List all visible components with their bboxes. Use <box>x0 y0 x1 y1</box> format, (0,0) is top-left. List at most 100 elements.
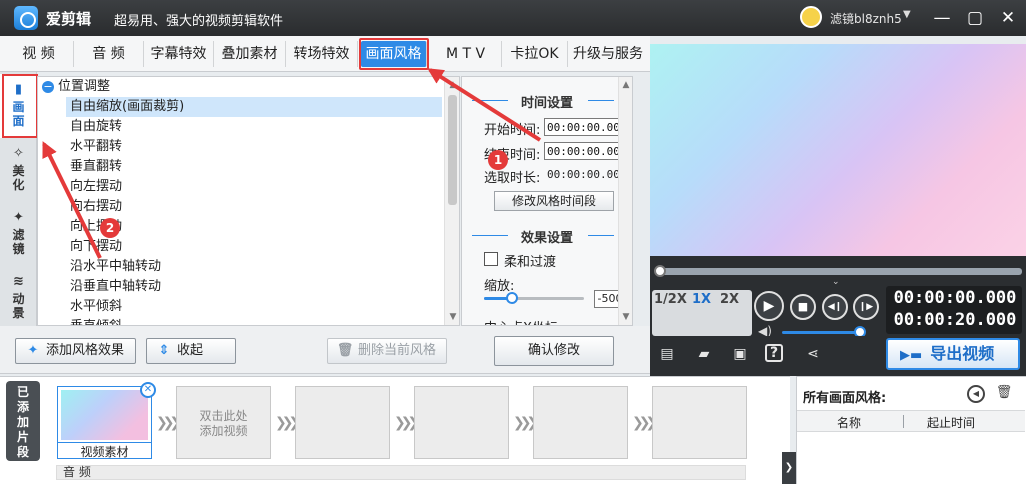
nav-item-label: 滤镜 <box>12 228 25 256</box>
end-time-input[interactable] <box>544 142 624 160</box>
remove-clip-icon[interactable]: ✕ <box>140 382 156 398</box>
scroll-down-icon[interactable]: ▼ <box>620 311 632 323</box>
expand-chevron-icon[interactable]: ⌄ <box>832 277 840 287</box>
applied-styles-title: 所有画面风格: <box>803 391 887 406</box>
playback-progress-bar[interactable] <box>653 265 1022 277</box>
new-project-icon[interactable]: ▤ <box>656 344 678 364</box>
total-time: 00:00:20.000 <box>893 310 1017 330</box>
tab-video[interactable]: 视 频 <box>4 41 74 67</box>
modify-time-range-button[interactable]: 修改风格时间段 <box>494 191 614 211</box>
collapse-minus-icon[interactable]: − <box>42 81 54 93</box>
effect-item[interactable]: 沿垂直中轴转动 <box>66 277 442 297</box>
add-video-hint: 双击此处 添加视频 <box>199 409 248 438</box>
speed-half-button[interactable]: 1/2X <box>654 292 687 307</box>
effect-item[interactable]: 水平翻转 <box>66 137 442 157</box>
start-time-label: 开始时间: <box>484 123 541 138</box>
nav-item-filter[interactable]: ✦ 滤镜 <box>0 202 37 266</box>
clip-empty-slot[interactable] <box>652 386 747 459</box>
effect-item[interactable]: 向上摆动 <box>66 217 442 237</box>
effect-item[interactable]: 向右摆动 <box>66 197 442 217</box>
scroll-up-icon[interactable]: ▲ <box>447 79 459 91</box>
soft-transition-checkbox[interactable] <box>484 252 498 266</box>
clip-empty-slot[interactable] <box>414 386 509 459</box>
effect-item[interactable]: 向下摆动 <box>66 237 442 257</box>
column-name: 名称 <box>837 416 862 430</box>
duration-label: 选取时长: <box>484 171 541 186</box>
user-name[interactable]: 滤镜bl8znh5 <box>830 10 902 27</box>
user-avatar-icon[interactable] <box>800 6 822 28</box>
current-time: 00:00:00.000 <box>893 288 1017 308</box>
video-preview[interactable] <box>650 44 1026 256</box>
clip-video-material[interactable]: 视频素材 <box>57 386 152 459</box>
nav-item-beautify[interactable]: ✧ 美化 <box>0 138 37 202</box>
group-position-adjust[interactable]: − 位置调整 <box>38 77 444 97</box>
tab-mtv[interactable]: M T V <box>430 41 502 67</box>
export-video-label: 导出视频 <box>930 344 995 363</box>
stop-button[interactable]: ■ <box>790 294 816 320</box>
help-icon[interactable]: ? <box>765 344 783 362</box>
tab-transition-effects[interactable]: 转场特效 <box>286 41 358 67</box>
delete-current-style-button[interactable]: 🗑 删除当前风格 <box>327 338 447 364</box>
scroll-up-icon[interactable]: ▲ <box>620 79 632 91</box>
timecode-display: 00:00:00.000 00:00:20.000 <box>886 286 1022 334</box>
confirm-modify-button[interactable]: 确认修改 <box>494 336 614 366</box>
effect-item[interactable]: 水平倾斜 <box>66 297 442 317</box>
zoom-slider-knob[interactable] <box>506 292 518 304</box>
user-menu-chevron-icon[interactable]: ▼ <box>903 9 911 20</box>
collapse-panel-chevron-icon[interactable]: ❯ <box>782 452 796 484</box>
clip-empty-slot[interactable] <box>533 386 628 459</box>
filter-wand-icon: ✦ <box>13 210 24 225</box>
effect-settings-title: 效果设置 <box>520 231 573 246</box>
scroll-down-icon[interactable]: ▼ <box>447 311 459 323</box>
share-icon[interactable]: ⋖ <box>802 344 824 364</box>
clip-empty-slot[interactable]: 双击此处 添加视频 <box>176 386 271 459</box>
speed-2x-button[interactable]: 2X <box>720 292 739 307</box>
export-video-button[interactable]: ▶▬ 导出视频 <box>886 338 1020 370</box>
effect-action-bar: ✦ 添加风格效果 ⇕ 收起 🗑 删除当前风格 确认修改 <box>0 326 650 374</box>
tab-upgrade-service[interactable]: 升级与服务 <box>568 41 648 67</box>
open-folder-icon[interactable]: ▰ <box>693 344 715 364</box>
clip-empty-slot[interactable] <box>295 386 390 459</box>
scrollbar-thumb[interactable] <box>448 95 457 205</box>
next-frame-button[interactable]: ❙▶ <box>853 294 879 320</box>
effect-item[interactable]: 沿水平中轴转动 <box>66 257 442 277</box>
effect-list-scrollbar[interactable]: ▲ ▼ <box>444 77 459 325</box>
tab-subtitle-effects[interactable]: 字幕特效 <box>144 41 214 67</box>
progress-knob[interactable] <box>653 265 666 277</box>
maximize-icon[interactable]: ▢ <box>963 6 987 30</box>
save-icon[interactable]: ▣ <box>729 344 751 364</box>
added-clips-tab[interactable]: 已添加片段 <box>6 381 40 461</box>
tab-audio[interactable]: 音 频 <box>74 41 144 67</box>
effect-item[interactable]: 向左摆动 <box>66 177 442 197</box>
nav-item-motion-scene[interactable]: ≋ 动景 <box>0 266 37 330</box>
nav-item-label: 动景 <box>12 292 25 320</box>
trash-icon[interactable]: 🗑 <box>995 385 1013 403</box>
zoom-slider[interactable] <box>484 292 584 304</box>
minimize-icon[interactable]: — <box>930 6 954 30</box>
effect-item[interactable]: 自由旋转 <box>66 117 442 137</box>
group-label: 位置调整 <box>58 79 111 94</box>
tab-karaoke[interactable]: 卡拉OK <box>502 41 568 67</box>
volume-slider[interactable] <box>782 331 860 334</box>
annotation-highlight-nav <box>2 74 38 138</box>
previous-frame-button[interactable]: ◀❙ <box>822 294 848 320</box>
speed-1x-button[interactable]: 1X <box>692 292 711 307</box>
play-button[interactable]: ▶ <box>754 291 784 321</box>
export-icon: ▶▬ <box>900 348 923 363</box>
start-time-input[interactable] <box>544 118 624 136</box>
close-icon[interactable]: ✕ <box>996 6 1020 30</box>
added-clips-label: 已添加片段 <box>16 385 29 459</box>
settings-scrollbar[interactable]: ▲ ▼ <box>618 77 632 325</box>
audio-track[interactable]: 音 频 <box>56 465 746 480</box>
back-icon[interactable]: ◀ <box>967 385 985 403</box>
add-style-effect-button[interactable]: ✦ 添加风格效果 <box>15 338 136 364</box>
project-toolbar: ▤ ▰ ▣ ? ⋖ ▶▬ 导出视频 <box>650 336 1026 376</box>
tab-overlay-material[interactable]: 叠加素材 <box>214 41 286 67</box>
collapse-button[interactable]: ⇕ 收起 <box>146 338 236 364</box>
effect-item[interactable]: 垂直翻转 <box>66 157 442 177</box>
sequence-arrow-icon: ❯❯❯ <box>513 415 538 431</box>
effect-item[interactable]: 垂直倾斜 <box>66 317 442 325</box>
delete-current-style-label: 删除当前风格 <box>358 343 437 358</box>
effect-item[interactable]: 自由缩放(画面裁剪) <box>66 97 442 117</box>
trash-icon: 🗑 <box>336 343 354 358</box>
